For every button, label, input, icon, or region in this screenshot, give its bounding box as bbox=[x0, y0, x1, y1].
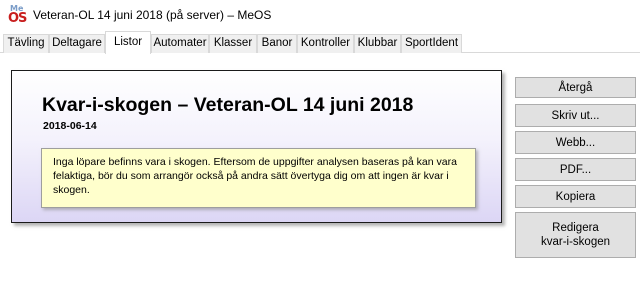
tab-listor[interactable]: Listor bbox=[105, 31, 151, 54]
meos-app-icon: Me OS bbox=[8, 4, 27, 26]
tab-klasser[interactable]: Klasser bbox=[209, 34, 257, 53]
pdf-button[interactable]: PDF... bbox=[515, 158, 636, 181]
tab-automater[interactable]: Automater bbox=[151, 34, 209, 53]
tab-bar: Tävling Deltagare Listor Automater Klass… bbox=[0, 31, 640, 54]
tab-klubbar[interactable]: Klubbar bbox=[354, 34, 401, 53]
tab-sportident[interactable]: SportIdent bbox=[401, 34, 462, 53]
report-title: Kvar-i-skogen – Veteran-OL 14 juni 2018 bbox=[42, 94, 414, 116]
edit-remaining-button[interactable]: Redigera kvar-i-skogen bbox=[515, 212, 636, 258]
tab-kontroller[interactable]: Kontroller bbox=[297, 34, 354, 53]
edit-button-label-line2: kvar-i-skogen bbox=[540, 236, 611, 248]
edit-button-label-line1: Redigera bbox=[552, 222, 599, 234]
copy-button[interactable]: Kopiera bbox=[515, 185, 636, 208]
notice-box: Inga löpare befinns vara i skogen. Efter… bbox=[41, 148, 476, 208]
tab-deltagare[interactable]: Deltagare bbox=[49, 34, 105, 53]
title-bar: Me OS Veteran-OL 14 juni 2018 (på server… bbox=[0, 0, 640, 31]
web-button[interactable]: Webb... bbox=[515, 131, 636, 154]
report-date: 2018-06-14 bbox=[43, 120, 97, 132]
back-button[interactable]: Återgå bbox=[515, 77, 636, 98]
window-title: Veteran-OL 14 juni 2018 (på server) – Me… bbox=[33, 8, 272, 22]
tab-tavling[interactable]: Tävling bbox=[3, 34, 49, 53]
app-icon-label-bottom: OS bbox=[8, 11, 27, 26]
tab-banor[interactable]: Banor bbox=[257, 34, 297, 53]
print-button[interactable]: Skriv ut... bbox=[515, 104, 636, 127]
report-panel: Kvar-i-skogen – Veteran-OL 14 juni 2018 … bbox=[11, 70, 502, 223]
